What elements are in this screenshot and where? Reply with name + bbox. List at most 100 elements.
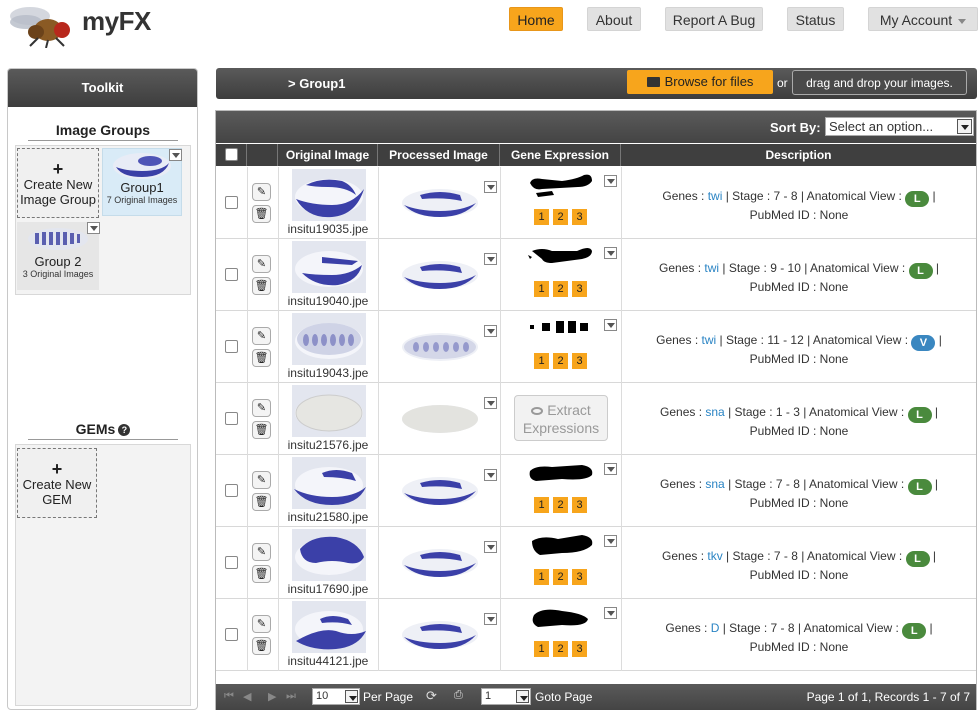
table-row[interactable]: ✎ 🗑 insitu21580.jpe 1 2 3 Genes : sna | Stage … (216, 455, 976, 527)
trash-icon[interactable]: 🗑 (252, 565, 271, 583)
expression-level-button[interactable]: 2 (553, 641, 568, 657)
processed-image-thumbnail[interactable] (400, 617, 480, 653)
expression-level-button[interactable]: 1 (534, 281, 549, 297)
expression-menu-dropdown[interactable] (604, 319, 617, 331)
expression-level-button[interactable]: 3 (572, 209, 587, 225)
fly-logo-icon[interactable] (8, 4, 82, 48)
original-image-thumbnail[interactable] (292, 529, 366, 581)
expression-level-button[interactable]: 2 (553, 353, 568, 369)
expression-level-button[interactable]: 2 (553, 569, 568, 585)
original-image-thumbnail[interactable] (292, 601, 366, 653)
expression-level-button[interactable]: 2 (553, 209, 568, 225)
print-icon[interactable]: ⎙ (454, 689, 463, 702)
gene-link[interactable]: sna (705, 477, 724, 491)
table-row[interactable]: ✎ 🗑 insitu21576.jpe Extract Expressions Gene… (216, 383, 976, 455)
group-item-group2[interactable]: Group 2 3 Original Images (17, 222, 100, 290)
processed-image-menu-dropdown[interactable] (484, 541, 497, 553)
row-checkbox[interactable] (225, 412, 238, 425)
expression-level-button[interactable]: 1 (534, 569, 549, 585)
edit-icon[interactable]: ✎ (252, 183, 271, 201)
gene-link[interactable]: tkv (707, 549, 722, 563)
edit-icon[interactable]: ✎ (252, 543, 271, 561)
per-page-select[interactable]: 10 (312, 688, 360, 705)
expression-level-button[interactable]: 3 (572, 353, 587, 369)
processed-image-menu-dropdown[interactable] (484, 181, 497, 193)
original-image-thumbnail[interactable] (292, 385, 366, 437)
drag-drop-zone[interactable]: drag and drop your images. (792, 70, 967, 95)
header-gene-expression[interactable]: Gene Expression (500, 144, 621, 166)
nav-about-button[interactable]: About (587, 7, 641, 31)
last-page-icon[interactable]: ⏭ (286, 690, 296, 703)
anatomical-view-badge[interactable]: L (905, 551, 930, 567)
row-checkbox[interactable] (225, 340, 238, 353)
gene-link[interactable]: sna (705, 405, 724, 419)
row-checkbox[interactable] (225, 484, 238, 497)
nav-home-button[interactable]: Home (509, 7, 563, 31)
processed-image-thumbnail[interactable] (400, 257, 480, 293)
first-page-icon[interactable]: ⏮ (224, 690, 234, 703)
row-checkbox[interactable] (225, 268, 238, 281)
header-original-image[interactable]: Original Image (278, 144, 378, 166)
expression-level-button[interactable]: 1 (534, 641, 549, 657)
original-image-thumbnail[interactable] (292, 169, 366, 221)
nav-report-bug-button[interactable]: Report A Bug (665, 7, 763, 31)
gene-link[interactable]: twi (704, 261, 719, 275)
gene-link[interactable]: twi (708, 189, 723, 203)
sort-by-select[interactable]: Select an option... (825, 117, 974, 136)
select-all-checkbox[interactable] (225, 148, 238, 161)
edit-icon[interactable]: ✎ (252, 471, 271, 489)
create-gem-button[interactable]: + Create New GEM (17, 448, 97, 518)
processed-image-menu-dropdown[interactable] (484, 397, 497, 409)
gene-link[interactable]: twi (701, 333, 716, 347)
expression-level-button[interactable]: 2 (553, 281, 568, 297)
processed-image-thumbnail[interactable] (400, 185, 480, 221)
processed-image-thumbnail[interactable] (400, 401, 480, 437)
anatomical-view-badge[interactable]: L (908, 263, 933, 279)
extract-expressions-button[interactable]: Extract Expressions (514, 395, 608, 441)
table-row[interactable]: ✎ 🗑 insitu19040.jpe 1 2 3 Genes : twi | Stage … (216, 239, 976, 311)
original-image-thumbnail[interactable] (292, 457, 366, 509)
nav-my-account-button[interactable]: My Account (868, 7, 978, 31)
prev-page-icon[interactable]: ◀ (243, 690, 251, 703)
goto-page-select[interactable]: 1 (481, 688, 531, 705)
original-image-thumbnail[interactable] (292, 313, 366, 365)
row-checkbox[interactable] (225, 628, 238, 641)
expression-menu-dropdown[interactable] (604, 247, 617, 259)
expression-level-button[interactable]: 3 (572, 569, 587, 585)
trash-icon[interactable]: 🗑 (252, 349, 271, 367)
processed-image-menu-dropdown[interactable] (484, 253, 497, 265)
expression-menu-dropdown[interactable] (604, 535, 617, 547)
expression-level-button[interactable]: 3 (572, 497, 587, 513)
edit-icon[interactable]: ✎ (252, 615, 271, 633)
anatomical-view-badge[interactable]: L (902, 623, 927, 639)
group-menu-dropdown[interactable] (169, 149, 182, 161)
anatomical-view-badge[interactable]: L (905, 191, 930, 207)
table-row[interactable]: ✎ 🗑 insitu19043.jpe 1 2 3 Genes : twi | Stage … (216, 311, 976, 383)
create-image-group-button[interactable]: + Create New Image Group (17, 148, 99, 218)
app-title[interactable]: myFX (82, 6, 151, 37)
trash-icon[interactable]: 🗑 (252, 421, 271, 439)
expression-level-button[interactable]: 3 (572, 641, 587, 657)
group-menu-dropdown[interactable] (87, 222, 100, 234)
edit-icon[interactable]: ✎ (252, 255, 271, 273)
header-processed-image[interactable]: Processed Image (378, 144, 500, 166)
expression-level-button[interactable]: 1 (534, 209, 549, 225)
refresh-icon[interactable]: ⟳ (426, 688, 437, 704)
table-row[interactable]: ✎ 🗑 insitu17690.jpe 1 2 3 Genes : tkv | Stage … (216, 527, 976, 599)
anatomical-view-badge[interactable]: L (907, 407, 932, 423)
table-row[interactable]: ✎ 🗑 insitu19035.jpe 1 2 3 Genes : twi | Stage … (216, 167, 976, 239)
processed-image-menu-dropdown[interactable] (484, 469, 497, 481)
row-checkbox[interactable] (225, 196, 238, 209)
row-checkbox[interactable] (225, 556, 238, 569)
header-description[interactable]: Description (621, 144, 976, 166)
expression-level-button[interactable]: 1 (534, 353, 549, 369)
help-icon[interactable]: ? (118, 424, 131, 436)
processed-image-thumbnail[interactable] (400, 473, 480, 509)
expression-level-button[interactable]: 1 (534, 497, 549, 513)
trash-icon[interactable]: 🗑 (252, 205, 271, 223)
expression-menu-dropdown[interactable] (604, 463, 617, 475)
nav-status-button[interactable]: Status (787, 7, 844, 31)
expression-level-button[interactable]: 2 (553, 497, 568, 513)
processed-image-thumbnail[interactable] (400, 329, 480, 365)
processed-image-menu-dropdown[interactable] (484, 613, 497, 625)
